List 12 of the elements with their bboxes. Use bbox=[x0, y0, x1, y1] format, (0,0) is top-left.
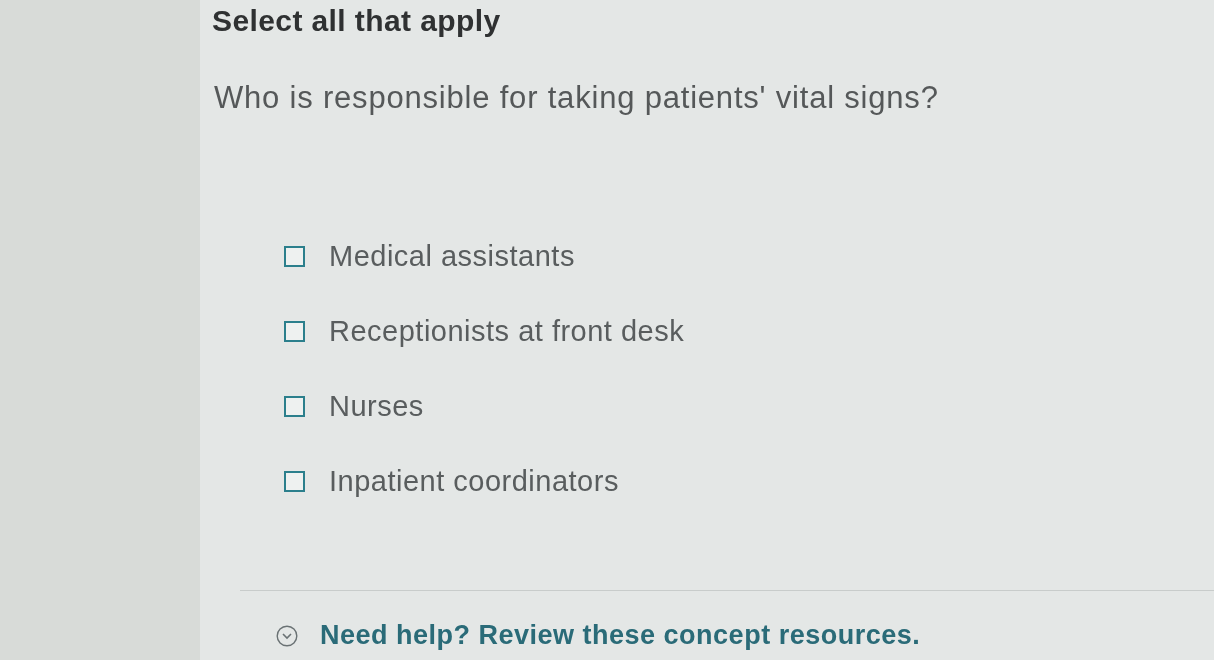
question-text: Who is responsible for taking patients' vital signs? bbox=[214, 80, 939, 116]
help-toggle[interactable]: Need help? Review these concept resources. bbox=[276, 620, 921, 651]
option-label: Nurses bbox=[329, 389, 424, 423]
checkbox[interactable] bbox=[284, 245, 305, 267]
option-label: Receptionists at front desk bbox=[329, 314, 685, 348]
chevron-circle-icon bbox=[276, 624, 298, 647]
option-label: Inpatient coordinators bbox=[329, 464, 619, 498]
option-label: Medical assistants bbox=[329, 239, 575, 273]
checkbox[interactable] bbox=[284, 320, 305, 342]
checkbox[interactable] bbox=[284, 470, 305, 492]
instruction-heading: Select all that apply bbox=[212, 4, 501, 38]
checkbox[interactable] bbox=[284, 395, 305, 417]
